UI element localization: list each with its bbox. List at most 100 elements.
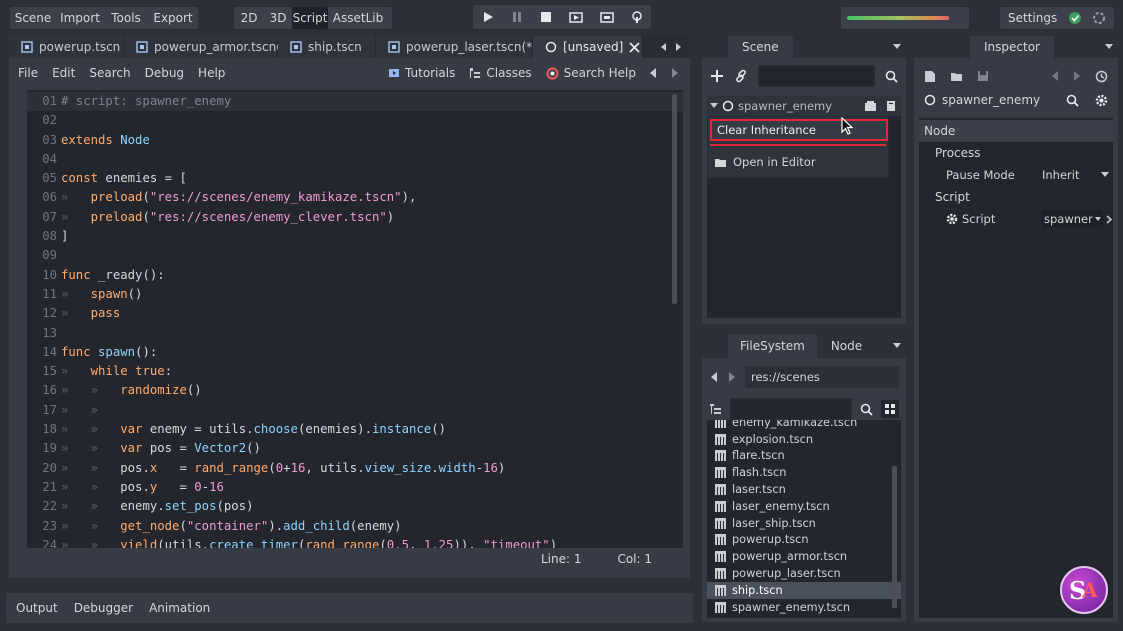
code-line[interactable]: 17 » » [27, 401, 683, 420]
code-line[interactable]: 07 » preload("res://scenes/enemy_clever.t… [27, 208, 683, 227]
script-icon[interactable] [885, 100, 897, 112]
code-line[interactable]: 11 » spawn() [27, 285, 683, 304]
code-line[interactable]: 06 » preload("res://scenes/enemy_kamikaze… [27, 188, 683, 207]
menu-import[interactable]: Import [56, 6, 104, 30]
history-icon[interactable] [1095, 70, 1108, 83]
forward-icon[interactable] [727, 371, 737, 383]
script-menu-file[interactable]: File [18, 66, 38, 80]
next-script-icon[interactable] [670, 67, 680, 79]
chevron-down-icon[interactable] [710, 102, 718, 110]
code-line[interactable]: 13 [27, 324, 683, 343]
tutorials-button[interactable]: Tutorials [388, 66, 455, 80]
code-line[interactable]: 09 [27, 246, 683, 265]
play-custom-scene-icon[interactable] [599, 11, 614, 23]
open-in-editor-item[interactable]: Open in Editor [714, 155, 816, 169]
code-line[interactable]: 01 # script: spawner_enemy [27, 92, 683, 112]
stop-icon[interactable] [540, 11, 552, 23]
tab-powerup-armor[interactable]: powerup_armor.tscn(*) [124, 36, 292, 58]
code-line[interactable]: 20» » pos.x = rand_range(0+16, utils.vie… [27, 459, 683, 478]
dock-menu-icon[interactable] [892, 334, 906, 358]
file-item[interactable]: flash.tscn [707, 464, 901, 481]
script-menu-debug[interactable]: Debug [145, 66, 184, 80]
tab-ship[interactable]: ship.tscn [278, 36, 376, 58]
node-tab[interactable]: Node [817, 334, 876, 358]
close-icon[interactable] [629, 41, 640, 53]
code-editor[interactable]: 01 # script: spawner_enemy 02 03 extends Nod… [27, 90, 683, 548]
section-node[interactable]: Node [919, 120, 1113, 142]
file-item[interactable]: flare.tscn [707, 448, 901, 465]
pause-icon[interactable] [511, 11, 523, 23]
file-item[interactable]: powerup_laser.tscn [707, 565, 901, 582]
add-node-icon[interactable] [710, 69, 724, 83]
output-tab[interactable]: Output [16, 601, 58, 615]
menu-tools[interactable]: Tools [104, 6, 148, 30]
arrow-left-icon[interactable] [659, 42, 669, 52]
animation-tab[interactable]: Animation [149, 601, 210, 615]
search-icon[interactable] [885, 70, 898, 83]
settings-button[interactable]: Settings [1008, 11, 1057, 25]
code-scrollbar[interactable] [672, 94, 677, 304]
tab-unsaved[interactable]: [unsaved] [533, 36, 643, 58]
play-icon[interactable] [482, 11, 494, 23]
debugger-tab[interactable]: Debugger [74, 601, 133, 615]
load-resource-icon[interactable] [950, 71, 963, 82]
pause-mode-dropdown[interactable]: Inherit [1042, 168, 1113, 182]
file-item[interactable]: ship.tscn [707, 581, 901, 599]
code-line[interactable]: 23 » » get_node("container").add_child(en… [27, 517, 683, 536]
script-value-field[interactable]: spawner [1042, 210, 1103, 228]
dock-menu-icon[interactable] [892, 36, 906, 58]
code-line[interactable]: 15 » while true: [27, 362, 683, 381]
tree-view-icon[interactable] [709, 403, 722, 415]
link-icon[interactable] [734, 69, 748, 83]
fs-path-field[interactable]: res://scenes [745, 366, 899, 388]
code-line[interactable]: 08] [27, 227, 683, 246]
file-item[interactable]: laser.tscn [707, 481, 901, 498]
arrow-right-icon[interactable] [673, 42, 683, 52]
file-item[interactable]: enemy_kamikaze.tscn [707, 420, 901, 431]
inspector-tab[interactable]: Inspector [970, 36, 1054, 58]
play-scene-icon[interactable] [568, 11, 583, 23]
file-item[interactable]: spawner_enemy.tscn [707, 599, 901, 616]
file-item[interactable]: powerup_armor.tscn [707, 548, 901, 565]
grid-view-icon[interactable] [881, 400, 899, 418]
file-item[interactable]: laser_ship.tscn [707, 515, 901, 532]
code-line[interactable]: 18 » » var enemy = utils.choose(enemies).… [27, 420, 683, 439]
workspace-script[interactable]: Script [292, 7, 328, 29]
file-item[interactable]: powerup.tscn [707, 532, 901, 549]
tab-powerup[interactable]: powerup.tscn [9, 36, 124, 58]
workspace-2d[interactable]: 2D [234, 7, 264, 29]
code-line[interactable]: 22 » » enemy.set_pos(pos) [27, 497, 683, 516]
scene-tab[interactable]: Scene [728, 36, 793, 58]
new-resource-icon[interactable] [924, 70, 936, 83]
code-line[interactable]: 10 func _ready(): [27, 266, 683, 285]
classes-button[interactable]: Classes [469, 66, 532, 80]
script-menu-edit[interactable]: Edit [52, 66, 75, 80]
menu-export[interactable]: Export [148, 6, 198, 30]
chevron-right-icon[interactable] [1106, 214, 1112, 224]
prev-script-icon[interactable] [648, 67, 658, 79]
code-line[interactable]: 04 [27, 150, 683, 169]
section-script[interactable]: Script [919, 186, 1113, 208]
code-line[interactable]: 02 [27, 111, 683, 130]
root-node-row[interactable]: spawner_enemy [707, 96, 901, 116]
code-line[interactable]: 19 » » var pos = Vector2() [27, 439, 683, 458]
clear-inheritance-item[interactable]: Clear Inheritance [710, 119, 888, 141]
remote-debug-icon[interactable] [631, 10, 643, 24]
file-item[interactable]: laser_enemy.tscn [707, 498, 901, 515]
search-icon[interactable] [860, 403, 873, 416]
workspace-assetlib[interactable]: AssetLib [328, 7, 388, 29]
script-menu-search[interactable]: Search [89, 66, 130, 80]
tab-powerup-laser[interactable]: powerup_laser.tscn(*) [376, 36, 537, 58]
code-line[interactable]: 24 » » yield(utils.create_timer (rand_rang… [27, 536, 683, 548]
back-icon[interactable] [709, 371, 719, 383]
code-line[interactable]: 21» » pos.y = 0-16 [27, 478, 683, 497]
file-list-scrollbar[interactable] [892, 466, 897, 608]
file-item[interactable]: explosion.tscn [707, 431, 901, 448]
script-menu-help[interactable]: Help [198, 66, 225, 80]
code-line[interactable]: 03 extends Node [27, 131, 683, 150]
menu-scene[interactable]: Scene [10, 6, 56, 30]
section-process[interactable]: Process [919, 142, 1113, 164]
search-help-button[interactable]: Search Help [545, 66, 636, 80]
gear-icon[interactable] [1095, 94, 1108, 107]
filesystem-tab[interactable]: FileSystem [728, 334, 817, 358]
